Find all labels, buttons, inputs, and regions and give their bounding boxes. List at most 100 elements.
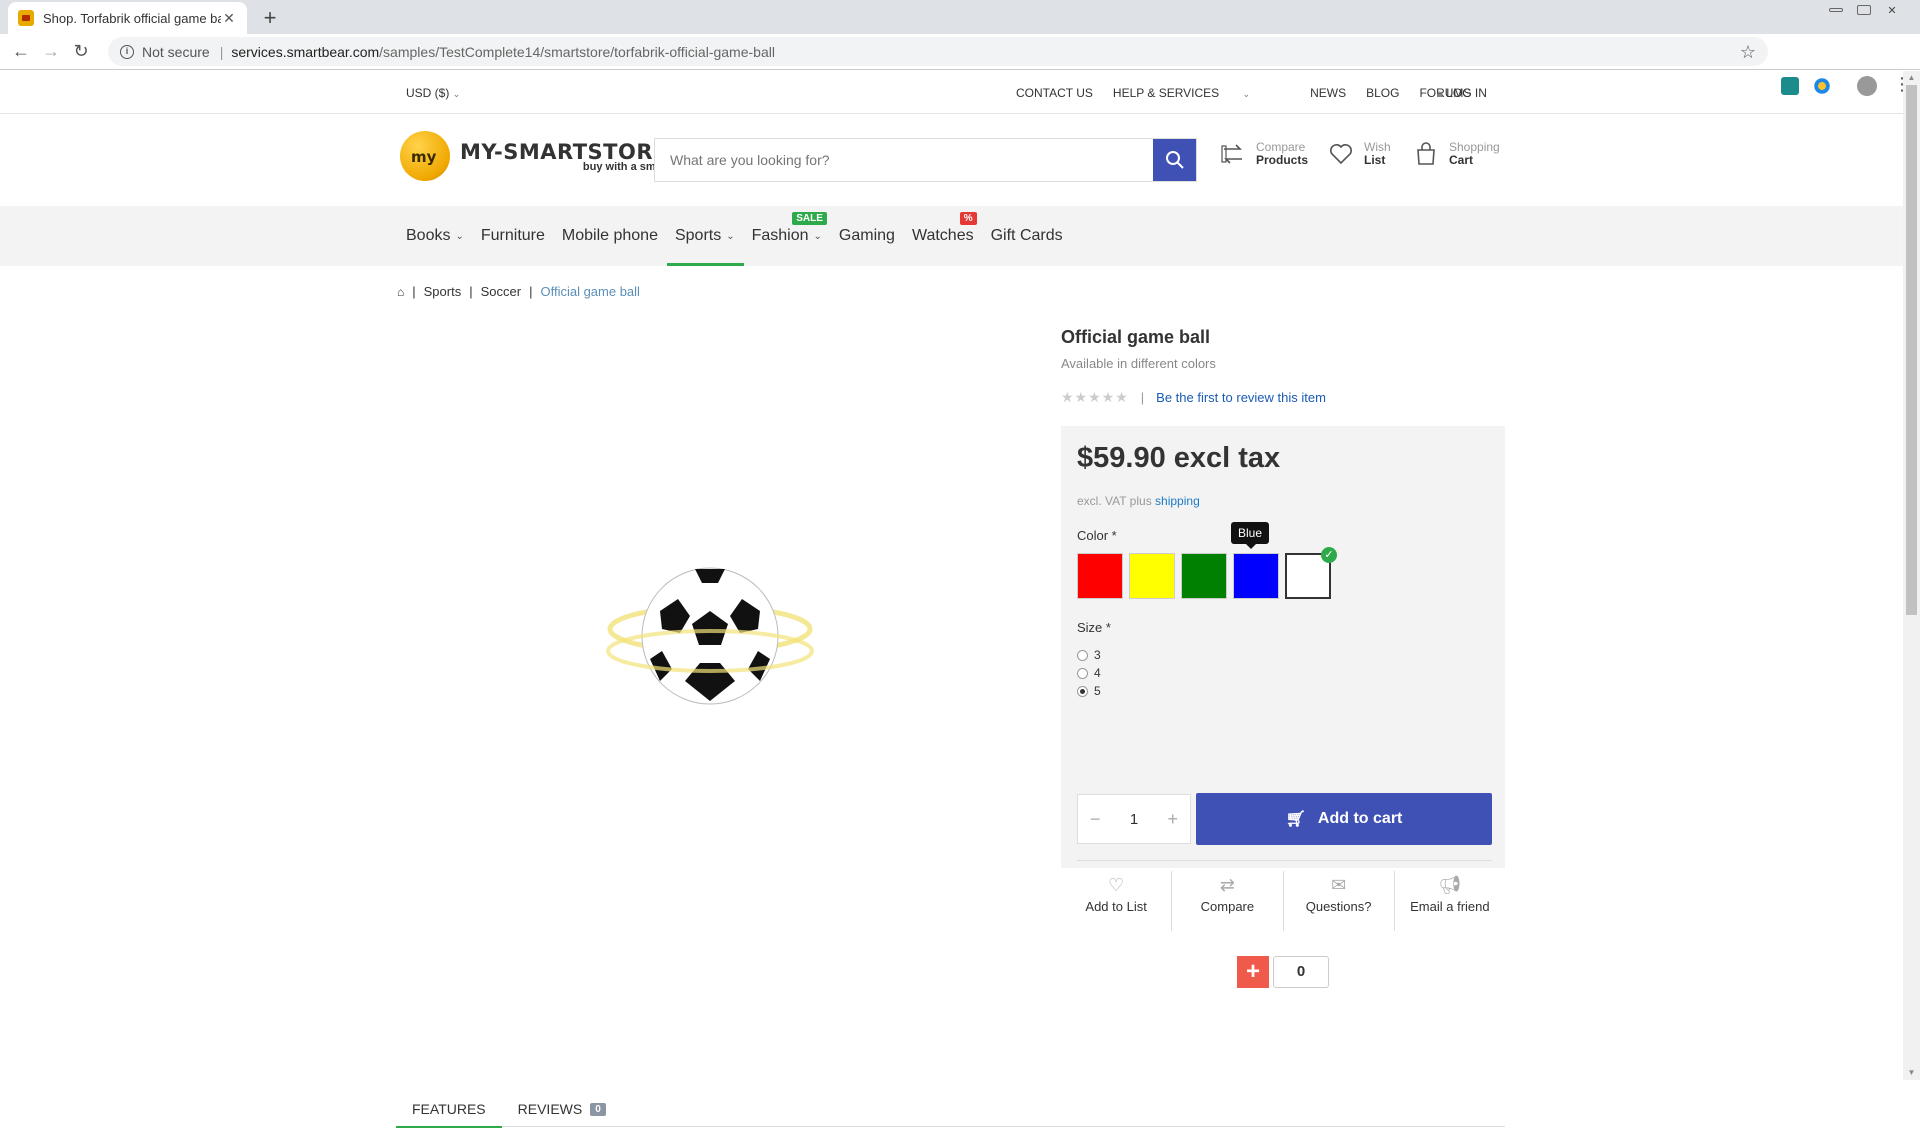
- questions-button[interactable]: ✉ Questions?: [1284, 871, 1395, 931]
- radio-button[interactable]: [1077, 685, 1088, 697]
- search-button[interactable]: [1153, 139, 1196, 181]
- menu-item-furniture[interactable]: Furniture: [473, 206, 554, 266]
- product-title: Official game ball: [1061, 327, 1211, 347]
- login-label: LOG IN: [1446, 86, 1487, 100]
- close-tab-icon[interactable]: ✕: [221, 10, 237, 27]
- tab-reviews[interactable]: REVIEWS 0: [502, 1091, 622, 1127]
- login-link[interactable]: 🔒︎ LOG IN: [1437, 86, 1487, 101]
- size-value: 4: [1094, 666, 1101, 680]
- shopping-cart-link[interactable]: Shopping Cart: [1413, 141, 1500, 167]
- scrollbar-thumb[interactable]: [1906, 85, 1917, 615]
- menu-item-books[interactable]: Books ⌄: [398, 206, 473, 266]
- restore-icon[interactable]: [1850, 0, 1878, 20]
- compare-label-2: Products: [1256, 153, 1309, 167]
- store-favicon-icon: [18, 10, 34, 26]
- brand-name: MY-SMARTSTORE: [460, 139, 668, 164]
- size-label: Size *: [1077, 620, 1111, 635]
- minimize-icon[interactable]: [1822, 0, 1850, 20]
- color-swatch-green[interactable]: [1181, 553, 1227, 599]
- share-plus-button[interactable]: +: [1237, 956, 1269, 988]
- add-to-list-button[interactable]: ♡ Add to List: [1061, 871, 1173, 931]
- site-header: MY-SMARTSTORE buy with a smile ComparePr…: [0, 115, 1903, 206]
- browser-tab-bar: Shop. Torfabrik official game ball ✕ + ✕: [0, 0, 1920, 34]
- browser-tab[interactable]: Shop. Torfabrik official game ball ✕: [8, 2, 247, 34]
- info-icon[interactable]: i: [120, 44, 134, 59]
- menu-item-gift-cards[interactable]: Gift Cards: [983, 206, 1072, 266]
- scroll-up-icon[interactable]: ▲: [1903, 71, 1920, 85]
- product-image[interactable]: [600, 551, 820, 721]
- back-icon[interactable]: ←: [6, 41, 36, 62]
- reviews-count-badge: 0: [590, 1102, 606, 1116]
- color-swatch-red[interactable]: [1077, 553, 1123, 599]
- scroll-down-icon[interactable]: ▼: [1903, 1066, 1920, 1080]
- search-input[interactable]: [655, 139, 1153, 181]
- wish-list-link[interactable]: Wish List: [1328, 141, 1391, 167]
- currency-selector[interactable]: USD ($) ⌄: [406, 86, 460, 100]
- rating-stars-icon: ★★★★★: [1061, 389, 1129, 405]
- help-services-link[interactable]: HELP & SERVICES ⌄: [1113, 86, 1270, 100]
- help-services-label: HELP & SERVICES: [1112, 86, 1220, 100]
- blog-link[interactable]: BLOG: [1366, 86, 1399, 100]
- menu-item-mobile-phone[interactable]: Mobile phone: [554, 206, 667, 266]
- home-icon[interactable]: ⌂: [397, 285, 404, 299]
- page-scrollbar[interactable]: ▲ ▼: [1903, 71, 1920, 1080]
- color-tooltip: Blue: [1231, 522, 1270, 549]
- menu-item-watches[interactable]: Watches%: [904, 206, 983, 266]
- breadcrumb-current: Official game ball: [540, 284, 640, 299]
- color-swatch-white[interactable]: ✓: [1285, 547, 1337, 599]
- new-tab-icon[interactable]: +: [258, 5, 282, 31]
- breadcrumb-sports[interactable]: Sports: [424, 284, 462, 299]
- divider: [1077, 860, 1492, 861]
- shipping-link[interactable]: shipping: [1155, 494, 1200, 508]
- close-window-icon[interactable]: ✕: [1878, 0, 1906, 20]
- news-link[interactable]: NEWS: [1310, 86, 1346, 100]
- top-links: CONTACT US HELP & SERVICES ⌄ NEWS BLOG F…: [1016, 86, 1491, 100]
- share-count: 0: [1273, 956, 1329, 988]
- size-option[interactable]: 5: [1077, 682, 1101, 700]
- minus-icon[interactable]: −: [1090, 809, 1101, 830]
- menu-item-sports[interactable]: Sports ⌄: [666, 206, 744, 266]
- basket-logo-icon: [400, 131, 450, 181]
- contact-us-link[interactable]: CONTACT US: [1016, 86, 1093, 100]
- radio-button[interactable]: [1077, 649, 1088, 661]
- breadcrumb-separator: |: [469, 284, 473, 299]
- url-path: /samples/TestComplete14/smartstore/torfa…: [379, 43, 775, 60]
- size-option[interactable]: 4: [1077, 664, 1101, 682]
- compare-icon: ⇄: [1219, 875, 1235, 895]
- top-utility-bar: USD ($) ⌄ CONTACT US HELP & SERVICES ⌄ N…: [0, 71, 1903, 114]
- compare-products-link[interactable]: Compare Products: [1220, 141, 1308, 167]
- add-to-cart-button[interactable]: 🛒︎ Add to cart: [1196, 793, 1492, 845]
- reload-icon[interactable]: ↻: [66, 41, 96, 62]
- main-menu: Books ⌄ Furniture Mobile phone Sports ⌄ Fa…: [398, 206, 1072, 266]
- menu-item-gaming[interactable]: Gaming: [831, 206, 904, 266]
- radio-button[interactable]: [1077, 667, 1088, 679]
- search-box: [654, 138, 1197, 182]
- chevron-down-icon: ⌄: [813, 230, 822, 242]
- color-swatch-blue[interactable]: [1233, 553, 1279, 599]
- chevron-down-icon: ⌄: [455, 230, 464, 242]
- color-swatch-yellow[interactable]: [1129, 553, 1175, 599]
- quantity-value[interactable]: 1: [1130, 811, 1138, 828]
- size-value: 5: [1094, 684, 1101, 698]
- chevron-down-icon: ⌄: [726, 230, 735, 242]
- heart-icon: ♡: [1108, 875, 1125, 895]
- url-field[interactable]: i Not secure | services.smartbear.com/sa…: [108, 37, 1768, 66]
- sale-badge: SALE: [792, 212, 827, 225]
- review-link[interactable]: Be the first to review this item: [1156, 390, 1326, 405]
- forward-icon[interactable]: →: [36, 41, 66, 62]
- product-actions: ♡ Add to List ⇄ Compare ✉ Questions? 📢︎ Emai…: [1061, 871, 1505, 931]
- not-secure-label: Not secure: [142, 43, 210, 60]
- product-price: $59.90 excl tax: [1077, 442, 1281, 474]
- breadcrumb: ⌂ | Sports | Soccer | Official game ball: [397, 284, 640, 299]
- menu-item-fashion[interactable]: Fashion ⌄ SALE: [744, 206, 831, 266]
- bookmark-star-icon[interactable]: ☆: [1740, 42, 1756, 63]
- store-logo[interactable]: MY-SMARTSTORE buy with a smile: [400, 131, 668, 181]
- menu-label: Gift Cards: [990, 227, 1063, 244]
- email-friend-button[interactable]: 📢︎ Email a friend: [1395, 871, 1505, 931]
- breadcrumb-soccer[interactable]: Soccer: [481, 284, 521, 299]
- plus-icon[interactable]: +: [1167, 809, 1178, 830]
- size-option[interactable]: 3: [1077, 646, 1101, 664]
- breadcrumb-separator: |: [412, 284, 416, 299]
- compare-button[interactable]: ⇄ Compare: [1172, 871, 1284, 931]
- tab-features[interactable]: FEATURES: [396, 1091, 502, 1128]
